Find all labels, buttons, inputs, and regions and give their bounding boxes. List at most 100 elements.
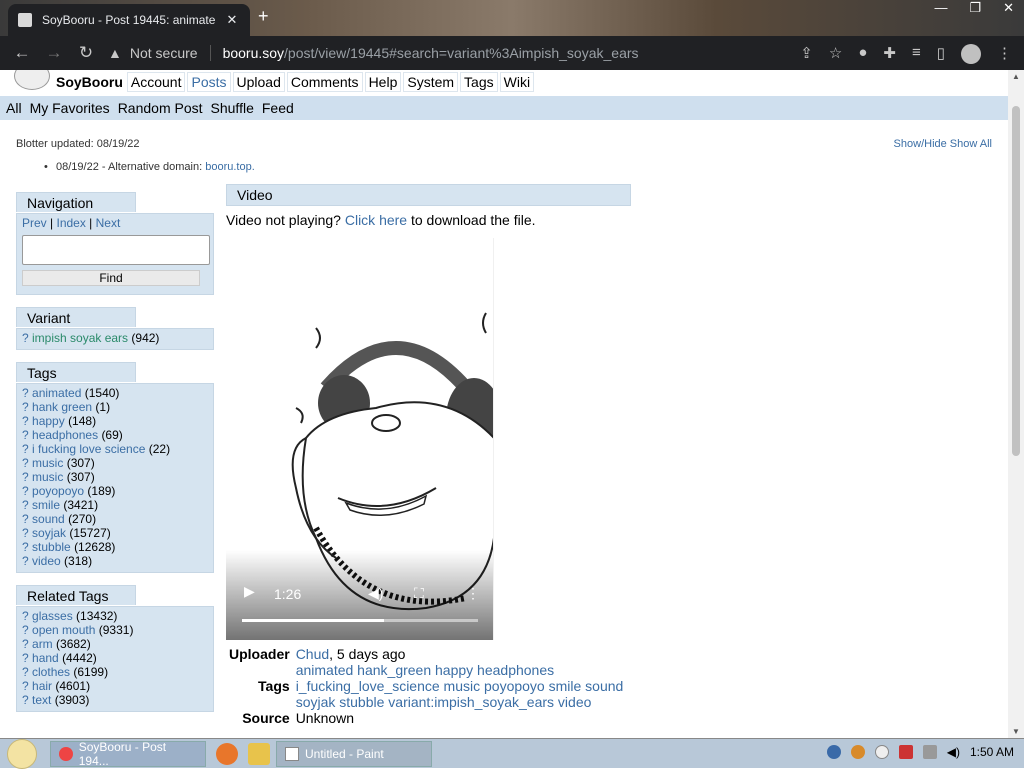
address-bar[interactable]: ▲ Not secure booru.soy /post/view/19445#…	[108, 40, 820, 66]
fullscreen-icon[interactable]: ⛶	[414, 585, 424, 602]
firefox-icon[interactable]	[216, 742, 238, 765]
tag-row: ? hand (4442)	[22, 651, 208, 665]
tab-title: SoyBooru - Post 19445: animate	[42, 13, 216, 27]
taskbar-chrome-button[interactable]: SoyBooru - Post 194...	[50, 740, 206, 768]
minimize-icon[interactable]: —	[934, 0, 947, 16]
warning-icon[interactable]: ▲	[108, 45, 122, 61]
media-icon[interactable]: ≡	[912, 44, 921, 64]
sidepanel-icon[interactable]: ▯	[937, 44, 945, 64]
scrollbar-thumb[interactable]	[1012, 106, 1020, 456]
tag-link[interactable]: ? hair	[22, 679, 52, 693]
tag-row: ? hair (4601)	[22, 679, 208, 693]
divider	[209, 45, 211, 61]
folder-icon[interactable]	[248, 742, 270, 765]
search-input[interactable]	[22, 235, 210, 265]
variant-tag-link[interactable]: ? impish soyak ears	[22, 331, 128, 345]
scroll-up-icon[interactable]: ▲	[1012, 72, 1020, 81]
profile-avatar-icon[interactable]	[961, 44, 981, 64]
new-tab-icon[interactable]: +	[258, 6, 269, 27]
tag-link[interactable]: ? hand	[22, 651, 59, 665]
close-window-icon[interactable]: ✕	[1003, 0, 1014, 16]
reload-icon[interactable]: ↻	[76, 43, 96, 63]
more-options-icon[interactable]: ⋮	[466, 585, 480, 602]
puzzle-icon[interactable]: ✚	[883, 44, 896, 64]
tag-link[interactable]: ? music	[22, 470, 63, 484]
vertical-scrollbar[interactable]: ▲ ▼	[1008, 70, 1024, 738]
tag-link[interactable]: ? text	[22, 693, 51, 707]
tag-link[interactable]: ? video	[22, 554, 61, 568]
tag-link[interactable]: ? hank green	[22, 400, 92, 414]
forward-icon[interactable]: →	[44, 43, 64, 63]
header-link-wiki[interactable]: Wiki	[499, 72, 535, 92]
header-link-posts[interactable]: Posts	[187, 72, 231, 92]
start-button[interactable]	[0, 738, 44, 769]
subnav-all[interactable]: All	[6, 100, 22, 116]
blotter-item-link[interactable]: booru.top.	[205, 161, 255, 173]
subnav-my-favorites[interactable]: My Favorites	[30, 100, 110, 116]
tags-list: ? animated (1540)? hank green (1)? happy…	[16, 383, 214, 573]
browser-tab-strip: SoyBooru - Post 19445: animate ✕ + — ❐ ✕	[0, 0, 1024, 36]
status-icon[interactable]	[874, 745, 889, 759]
bookmark-star-icon[interactable]: ☆	[829, 44, 842, 64]
tag-count: (12628)	[74, 540, 116, 554]
tags-label: Tags	[258, 678, 290, 694]
tag-link[interactable]: ? headphones	[22, 428, 98, 442]
site-logo[interactable]	[4, 70, 56, 94]
tag-link[interactable]: ? glasses	[22, 609, 73, 623]
video-player[interactable]: ▶ 1:26 ◀) ⛶ ⋮	[226, 238, 494, 640]
header-link-comments[interactable]: Comments	[286, 72, 363, 92]
nav-index-link[interactable]: Index	[56, 216, 85, 230]
tag-link[interactable]: ? sound	[22, 512, 65, 526]
nav-prev-link[interactable]: Prev	[22, 216, 47, 230]
nav-next-link[interactable]: Next	[96, 216, 121, 230]
system-tray: ◀) 1:50 AM	[826, 745, 1014, 759]
scroll-down-icon[interactable]: ▼	[1012, 727, 1020, 736]
tag-link[interactable]: ? music	[22, 456, 63, 470]
menu-dots-icon[interactable]: ⋮	[997, 44, 1012, 64]
video-progress-bar[interactable]	[242, 619, 478, 622]
action-center-icon[interactable]	[898, 745, 913, 759]
maximize-icon[interactable]: ❐	[969, 0, 981, 16]
volume-icon[interactable]: ◀)	[368, 585, 383, 602]
brand-name[interactable]: SoyBooru	[56, 74, 123, 90]
play-icon[interactable]: ▶	[244, 583, 255, 600]
tag-link[interactable]: ? happy	[22, 414, 65, 428]
tag-link[interactable]: ? soyjak	[22, 526, 66, 540]
header-link-system[interactable]: System	[403, 72, 459, 92]
header-link-tags[interactable]: Tags	[460, 72, 498, 92]
blotter-controls[interactable]: Show/Hide Show All	[894, 138, 992, 150]
search-icon[interactable]	[850, 745, 865, 759]
tag-link[interactable]: ? open mouth	[22, 623, 95, 637]
tag-link[interactable]: ? clothes	[22, 665, 70, 679]
subnav-random-post[interactable]: Random Post	[118, 100, 203, 116]
not-secure-label[interactable]: Not secure	[130, 45, 198, 61]
subnav-shuffle[interactable]: Shuffle	[211, 100, 254, 116]
tag-link[interactable]: ? i fucking love science	[22, 442, 145, 456]
download-link[interactable]: Click here	[345, 212, 407, 228]
header-link-help[interactable]: Help	[364, 72, 402, 92]
tags-value[interactable]: animated hank_green happy headphones i_f…	[293, 662, 646, 710]
browser-tab[interactable]: SoyBooru - Post 19445: animate ✕	[8, 4, 250, 36]
clock[interactable]: 1:50 AM	[970, 745, 1014, 759]
volume-tray-icon[interactable]: ◀)	[947, 745, 960, 759]
tag-name: animated	[32, 386, 82, 400]
uploader-link[interactable]: Chud	[296, 646, 329, 662]
tag-link[interactable]: ? smile	[22, 498, 60, 512]
tag-count: (22)	[148, 442, 171, 456]
close-tab-icon[interactable]: ✕	[224, 12, 240, 28]
network-globe-icon[interactable]	[826, 745, 841, 759]
tag-row: ? video (318)	[22, 554, 208, 568]
back-icon[interactable]: ←	[12, 43, 32, 63]
subnav-feed[interactable]: Feed	[262, 100, 294, 116]
tag-link[interactable]: ? animated	[22, 386, 81, 400]
tag-link[interactable]: ? poyopoyo	[22, 484, 84, 498]
tag-link[interactable]: ? stubble	[22, 540, 71, 554]
share-icon[interactable]: ⇪	[800, 44, 813, 64]
taskbar-paint-button[interactable]: Untitled - Paint	[276, 740, 432, 767]
display-icon[interactable]	[922, 745, 937, 759]
header-link-account[interactable]: Account	[126, 72, 186, 92]
extension-icon[interactable]: ●	[858, 44, 867, 64]
tag-link[interactable]: ? arm	[22, 637, 53, 651]
find-button[interactable]: Find	[22, 270, 200, 286]
header-link-upload[interactable]: Upload	[232, 72, 285, 92]
